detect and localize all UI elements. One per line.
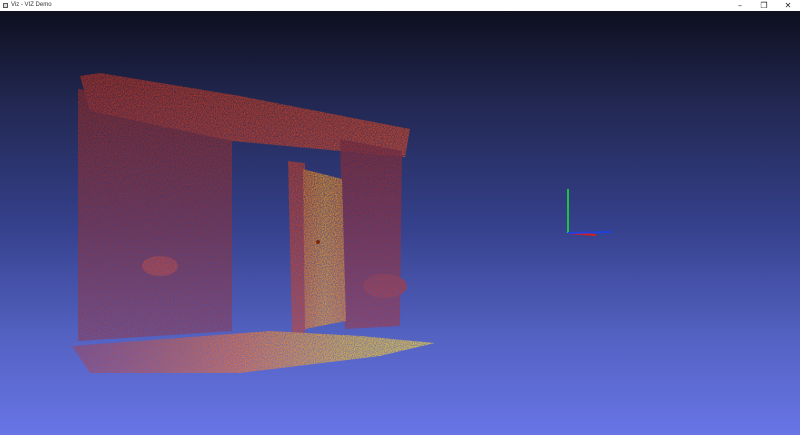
title-bar[interactable]: Viz - VIZ Demo – ❐ ✕ [0,0,800,11]
axes-gizmo [567,189,612,236]
clutter-points [142,256,178,276]
3d-viewport[interactable] [0,11,800,435]
restore-icon[interactable]: ❐ [752,0,776,11]
viz-window: Viz - VIZ Demo – ❐ ✕ [0,0,800,435]
clutter-points [363,274,407,298]
window-title: Viz - VIZ Demo [11,2,52,8]
z-axis-line [567,231,612,234]
door-frame-points [288,161,305,333]
minimize-icon[interactable]: – [728,0,752,11]
app-icon [3,3,8,8]
right-wall-points [340,139,402,329]
door-points [303,169,346,329]
window-controls: – ❐ ✕ [728,0,800,11]
point-cloud [72,73,435,373]
close-icon[interactable]: ✕ [776,0,800,11]
point-cloud-scene [72,73,612,373]
door-knob-points [316,240,320,244]
